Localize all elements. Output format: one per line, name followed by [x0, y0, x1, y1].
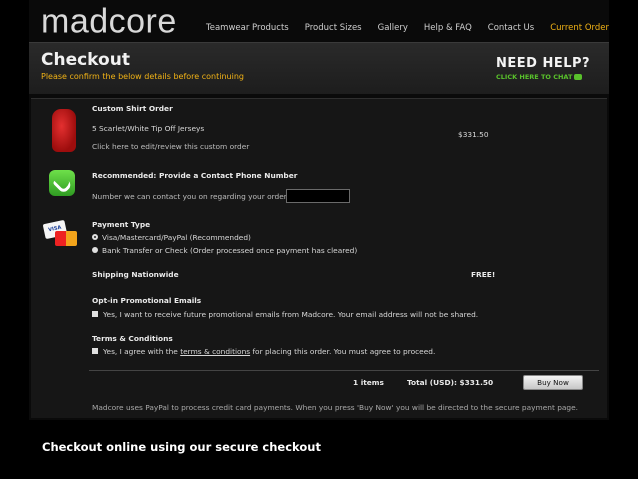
promo-heading: Opt-in Promotional Emails [92, 296, 202, 305]
order-heading: Custom Shirt Order [92, 104, 173, 113]
total-divider [89, 370, 599, 371]
terms-link[interactable]: terms & conditions [180, 347, 250, 356]
promo-option[interactable]: Yes, I want to receive future promotiona… [92, 310, 478, 319]
jersey-icon [52, 109, 76, 152]
madcore-logo[interactable]: madcore® [41, 0, 184, 38]
main-nav: Teamwear Products Product Sizes Gallery … [198, 23, 609, 33]
nav-product-sizes[interactable]: Product Sizes [297, 23, 370, 33]
items-count: 1 items [353, 378, 384, 387]
terms-checkbox[interactable] [92, 348, 98, 354]
terms-heading: Terms & Conditions [92, 334, 173, 343]
payment-option-bank[interactable]: Bank Transfer or Check (Order processed … [92, 246, 357, 255]
nav-help-faq[interactable]: Help & FAQ [416, 23, 480, 33]
contact-label: Number we can contact you on regarding y… [92, 192, 290, 201]
shipping-value: FREE! [471, 270, 496, 279]
credit-card-icon: VISA [42, 219, 78, 248]
phone-icon [49, 170, 75, 196]
need-help-title[interactable]: NEED HELP? [496, 57, 590, 71]
nav-contact-us[interactable]: Contact Us [480, 23, 542, 33]
edit-order-link[interactable]: Click here to edit/review this custom or… [92, 142, 249, 151]
terms-option[interactable]: Yes, I agree with the terms & conditions… [92, 347, 435, 356]
order-total: Total (USD): $331.50 [407, 378, 494, 387]
page-subtitle: Please confirm the below details before … [41, 72, 244, 81]
page-title: Checkout [41, 50, 130, 70]
order-item: 5 Scarlet/White Tip Off Jerseys [92, 124, 205, 133]
payment-option-card[interactable]: Visa/Mastercard/PayPal (Recommended) [92, 233, 251, 242]
chat-bubble-icon [574, 74, 583, 80]
payment-heading: Payment Type [92, 220, 151, 229]
radio-bank[interactable] [92, 247, 98, 253]
shipping-label: Shipping Nationwide [92, 270, 179, 279]
nav-current-order[interactable]: Current Order [542, 23, 609, 33]
caption: Checkout online using our secure checkou… [42, 440, 321, 454]
buy-now-button[interactable]: Buy Now [523, 375, 583, 390]
promo-checkbox[interactable] [92, 311, 98, 317]
contact-heading: Recommended: Provide a Contact Phone Num… [92, 171, 298, 180]
radio-card[interactable] [92, 234, 98, 240]
nav-teamwear-products[interactable]: Teamwear Products [198, 23, 297, 33]
payment-note: Madcore uses PayPal to process credit ca… [92, 403, 579, 412]
chat-link[interactable]: CLICK HERE TO CHAT [496, 73, 583, 81]
nav-gallery[interactable]: Gallery [370, 23, 416, 33]
phone-number-input[interactable] [286, 189, 350, 203]
order-price: $331.50 [458, 130, 489, 139]
checkout-header: Checkout Please confirm the below detail… [29, 42, 609, 94]
